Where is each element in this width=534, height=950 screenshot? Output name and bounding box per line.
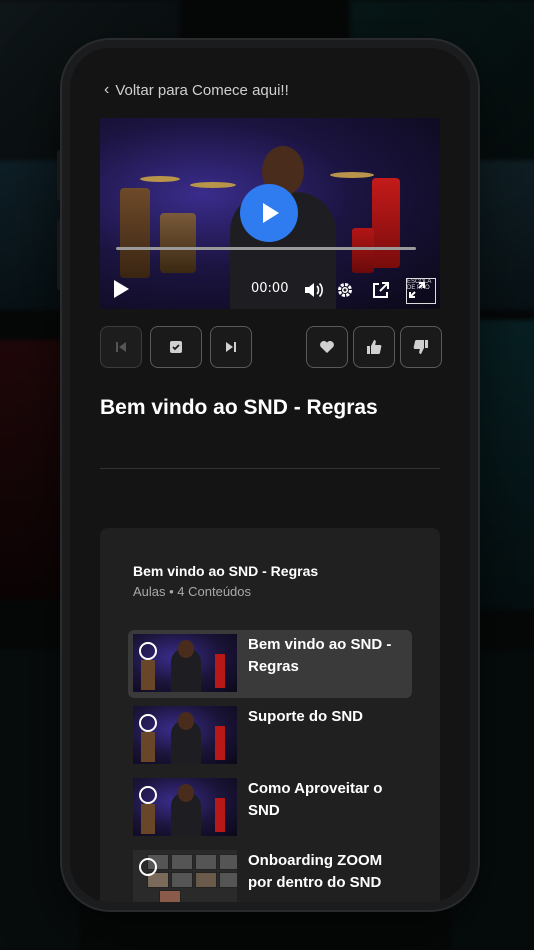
favorite-button[interactable] [306, 326, 348, 368]
dislike-button[interactable] [400, 326, 442, 368]
lesson-thumbnail [133, 706, 237, 764]
progress-circle-icon [139, 714, 157, 732]
progress-bar[interactable] [116, 247, 416, 250]
lesson-thumbnail [133, 634, 237, 692]
cymbal [140, 176, 180, 182]
lesson-item[interactable]: Bem vindo ao SND - Regras [128, 630, 412, 698]
player-controls: 00:00 [100, 269, 440, 309]
lesson-item-label: Suporte do SND [248, 708, 363, 725]
lesson-item[interactable]: Suporte do SND [128, 702, 412, 770]
drum [120, 188, 150, 278]
drum [352, 228, 374, 273]
checkbox-icon [170, 341, 182, 353]
phone-screen: ‹ Voltar para Comece aqui!! ESCOLA DE PÃ… [70, 48, 470, 902]
like-button[interactable] [353, 326, 395, 368]
lesson-thumbnail [133, 850, 237, 902]
divider [100, 468, 440, 469]
drum [160, 213, 196, 273]
lesson-item[interactable]: Onboarding ZOOM por dentro do SND [128, 846, 412, 902]
progress-circle-icon [139, 786, 157, 804]
next-lesson-button[interactable] [210, 326, 252, 368]
back-link-label: Voltar para Comece aqui!! [115, 81, 289, 99]
chevron-left-icon: ‹ [104, 81, 110, 98]
progress-circle-icon [139, 858, 157, 876]
previous-lesson-button[interactable] [100, 326, 142, 368]
skip-next-icon [226, 342, 236, 352]
play-icon[interactable] [114, 280, 129, 298]
lesson-item-label: Bem vindo ao SND - Regras [248, 636, 392, 675]
current-time: 00:00 [251, 281, 289, 296]
gear-icon[interactable] [336, 281, 354, 299]
back-link[interactable]: ‹ Voltar para Comece aqui!! [104, 81, 289, 99]
external-link-icon[interactable] [372, 281, 390, 299]
fullscreen-icon[interactable] [408, 281, 426, 299]
cymbal [330, 172, 374, 178]
mark-complete-button[interactable] [150, 326, 202, 368]
module-subtitle: Aulas • 4 Conteúdos [133, 584, 252, 599]
lesson-item-label: Onboarding ZOOM por dentro do SND [248, 852, 383, 891]
lesson-thumbnail [133, 778, 237, 836]
video-player[interactable]: ESCOLA DE PÃO 00:00 [100, 118, 440, 309]
volume-icon[interactable] [304, 281, 324, 299]
module-card: Bem vindo ao SND - Regras Aulas • 4 Cont… [100, 528, 440, 902]
progress-circle-icon [139, 642, 157, 660]
heart-icon [320, 341, 334, 353]
thumbs-down-icon [413, 340, 428, 354]
drum [372, 178, 400, 268]
skip-previous-icon [116, 342, 126, 352]
play-icon [263, 203, 279, 223]
play-button[interactable] [240, 184, 298, 242]
cymbal [190, 182, 236, 188]
thumbs-up-icon [367, 340, 382, 354]
lesson-title: Bem vindo ao SND - Regras [100, 396, 378, 419]
module-title: Bem vindo ao SND - Regras [133, 563, 319, 579]
lesson-item-label: Como Aproveitar o SND [248, 780, 383, 819]
lesson-item[interactable]: Como Aproveitar o SND [128, 774, 412, 842]
